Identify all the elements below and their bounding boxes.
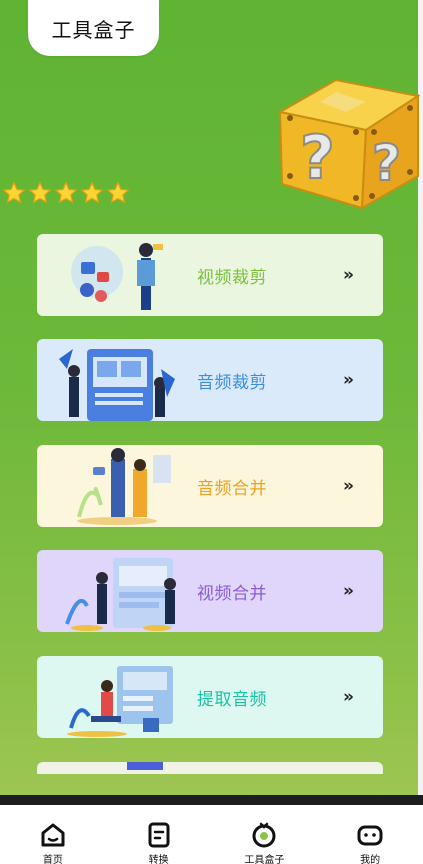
tab-toolbox-label: 工具盒子 xyxy=(244,855,285,864)
tab-profile-label: 我的 xyxy=(360,855,381,864)
tool-card[interactable]: 视频合并 » xyxy=(37,550,383,632)
svg-text:?: ? xyxy=(372,134,401,192)
home-icon xyxy=(41,823,65,847)
tool-illustration xyxy=(57,339,183,421)
tab-profile[interactable]: 我的 xyxy=(330,805,410,864)
tool-illustration xyxy=(57,234,183,316)
mystery-box-image: ? ? xyxy=(276,72,422,212)
tool-illustration xyxy=(57,656,183,738)
tab-convert-label: 转换 xyxy=(148,855,169,864)
svg-text:?: ? xyxy=(300,123,335,193)
tool-card-label: 音频合并 xyxy=(197,478,267,499)
chevron-right-icon: » xyxy=(343,370,354,390)
chevron-right-icon: » xyxy=(343,265,354,285)
tool-card[interactable]: 音频合并 » xyxy=(37,445,383,527)
page-title: 工具盒子 xyxy=(28,0,159,56)
list-item-partial xyxy=(37,762,383,774)
tool-illustration xyxy=(57,445,183,527)
bottom-tab-bar: 首页 转换 工具盒子 我的 xyxy=(0,805,423,864)
convert-icon xyxy=(148,822,170,848)
star-icon xyxy=(80,181,104,204)
tool-card[interactable]: 视频裁剪 » xyxy=(37,234,383,316)
star-icon xyxy=(28,181,52,204)
tab-convert[interactable]: 转换 xyxy=(119,805,199,864)
tab-home[interactable]: 首页 xyxy=(13,805,93,864)
toolbox-icon xyxy=(252,822,276,848)
tool-card-label: 音频裁剪 xyxy=(197,372,267,393)
chevron-right-icon: » xyxy=(343,687,354,707)
chevron-right-icon: » xyxy=(343,476,354,496)
star-icon xyxy=(2,181,26,204)
tab-toolbox[interactable]: 工具盒子 xyxy=(224,805,304,864)
chevron-right-icon: » xyxy=(343,581,354,601)
star-icon xyxy=(106,181,130,204)
divider-bar xyxy=(0,795,423,805)
tool-card-label: 视频裁剪 xyxy=(197,267,267,288)
tab-home-label: 首页 xyxy=(42,855,63,864)
tool-card-label: 视频合并 xyxy=(197,583,267,604)
tool-card[interactable]: 提取音频 » xyxy=(37,656,383,738)
star-rating xyxy=(2,181,130,205)
tool-illustration xyxy=(57,550,183,632)
tool-card[interactable]: 音频裁剪 » xyxy=(37,339,383,421)
star-icon xyxy=(54,181,78,204)
app-screen: 工具盒子 ? ? 视频裁剪 » 音频裁剪 » 音频合并 » 视频合并 » 提取音频 » 首页 xyxy=(0,0,423,864)
profile-icon xyxy=(357,825,383,846)
tool-card-label: 提取音频 xyxy=(197,689,267,710)
